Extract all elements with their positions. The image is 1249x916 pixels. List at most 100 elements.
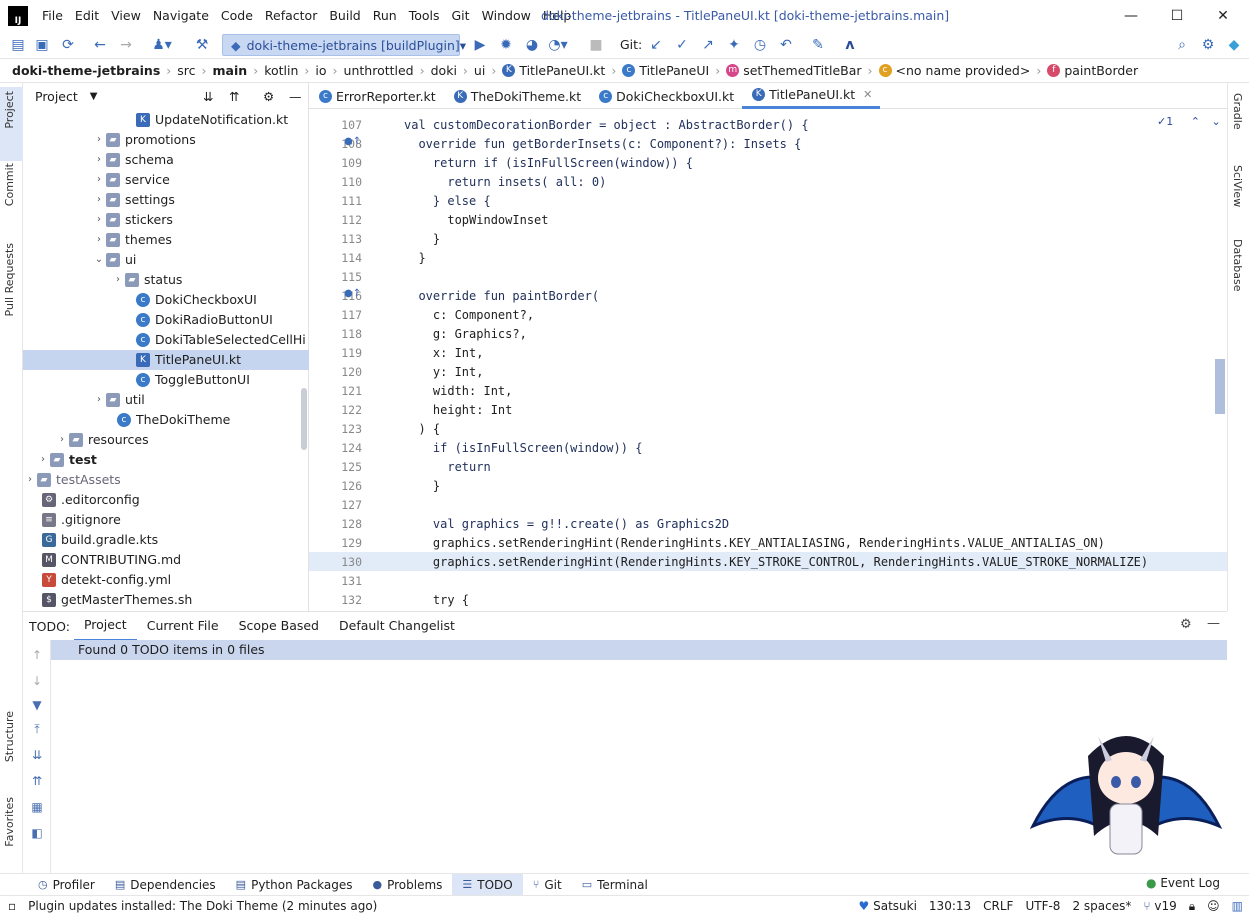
menu-item-view[interactable]: View bbox=[105, 0, 147, 31]
tree-item[interactable]: Gbuild.gradle.kts bbox=[23, 530, 309, 550]
tree-item[interactable]: › ▰ status bbox=[23, 270, 309, 290]
toolbox-icon[interactable]: ◆ bbox=[1224, 35, 1244, 55]
breadcrumb-item[interactable]: c <no name provided> bbox=[878, 63, 1030, 78]
project-panel-title[interactable]: Project bbox=[35, 89, 78, 104]
caret-position[interactable]: 130:13 bbox=[923, 899, 977, 913]
todo-tab[interactable]: Project bbox=[73, 611, 137, 642]
breadcrumb-item[interactable]: io bbox=[315, 63, 326, 78]
app-logo[interactable]: IJ bbox=[8, 5, 28, 26]
override-marker-icon[interactable]: ●↑ bbox=[344, 288, 361, 299]
menu-item-edit[interactable]: Edit bbox=[69, 0, 105, 31]
tree-expand-arrow-icon[interactable]: › bbox=[92, 130, 106, 150]
code-line[interactable]: graphics.setRenderingHint(RenderingHints… bbox=[404, 553, 1148, 572]
profile-dropdown-icon[interactable]: ◔▾ bbox=[548, 35, 568, 55]
tree-item[interactable]: c DokiCheckboxUI bbox=[23, 290, 309, 310]
tree-item[interactable]: c DokiTableSelectedCellHi bbox=[23, 330, 309, 350]
tree-expand-arrow-icon[interactable]: › bbox=[92, 210, 106, 230]
favorites-tool-tab[interactable]: Favorites bbox=[3, 797, 16, 847]
doki-logo-icon[interactable]: ʌ bbox=[840, 35, 860, 55]
code-line[interactable]: y: Int, bbox=[404, 363, 484, 382]
tool-window-python-packages[interactable]: ▤ Python Packages bbox=[226, 874, 363, 896]
tree-expand-arrow-icon[interactable]: › bbox=[36, 450, 50, 470]
editor-tab[interactable]: c ErrorReporter.kt bbox=[309, 83, 444, 109]
open-folder-icon[interactable]: ▤ bbox=[8, 35, 28, 55]
menu-item-tools[interactable]: Tools bbox=[403, 0, 446, 31]
tree-item[interactable]: c DokiRadioButtonUI bbox=[23, 310, 309, 330]
database-tool-tab[interactable]: Database bbox=[1231, 239, 1244, 292]
code-line[interactable]: return bbox=[404, 458, 490, 477]
collapse-all-icon[interactable]: ⇈ bbox=[229, 89, 239, 104]
indent-setting[interactable]: 2 spaces* bbox=[1066, 899, 1137, 913]
code-line[interactable]: val graphics = g!!.create() as Graphics2… bbox=[404, 515, 729, 534]
file-encoding[interactable]: UTF-8 bbox=[1019, 899, 1066, 913]
chevron-up-icon[interactable]: ⌃ bbox=[1191, 115, 1200, 128]
tree-item[interactable]: ⌄ ▰ ui bbox=[23, 250, 309, 270]
tree-expand-arrow-icon[interactable]: › bbox=[92, 390, 106, 410]
structure-tool-tab[interactable]: Structure bbox=[3, 711, 16, 762]
pull-requests-tool-tab[interactable]: Pull Requests bbox=[3, 243, 16, 316]
editor-tab[interactable]: K TitlePaneUI.kt ✕ bbox=[742, 83, 881, 109]
breadcrumb-item[interactable]: doki bbox=[431, 63, 457, 78]
tree-item[interactable]: ≡ .gitignore bbox=[23, 510, 309, 530]
chevron-down-icon[interactable]: ⌄ bbox=[1211, 115, 1220, 128]
tree-item[interactable]: › ▰ themes bbox=[23, 230, 309, 250]
up-arrow-icon[interactable]: ↑ bbox=[30, 648, 44, 662]
code-line[interactable]: topWindowInset bbox=[404, 211, 548, 230]
breadcrumb-item[interactable]: doki-theme-jetbrains bbox=[12, 63, 160, 78]
breadcrumb-item[interactable]: kotlin bbox=[264, 63, 298, 78]
git-push-icon[interactable]: ↗ bbox=[698, 35, 718, 55]
code-line[interactable]: return if (isInFullScreen(window)) { bbox=[404, 154, 693, 173]
git-merge-icon[interactable]: ✦ bbox=[724, 35, 744, 55]
tree-item[interactable]: › ▰ util bbox=[23, 390, 309, 410]
tool-window-profiler[interactable]: ◷ Profiler bbox=[28, 874, 105, 896]
user-dropdown-icon[interactable]: ♟▾ bbox=[152, 35, 172, 55]
tree-item[interactable]: › ▰ schema bbox=[23, 150, 309, 170]
gear-icon[interactable]: ⚙ bbox=[1198, 35, 1218, 55]
gear-icon[interactable]: ⚙ bbox=[263, 89, 274, 104]
expand-all-icon[interactable]: ⇊ bbox=[30, 748, 44, 762]
menu-item-refactor[interactable]: Refactor bbox=[259, 0, 323, 31]
todo-tab[interactable]: Current File bbox=[137, 612, 229, 640]
editor-scrollbar[interactable] bbox=[1215, 359, 1225, 414]
code-line[interactable]: override fun getBorderInsets(c: Componen… bbox=[404, 135, 801, 154]
editor-tab[interactable]: c DokiCheckboxUI.kt bbox=[589, 83, 742, 109]
breadcrumb-item[interactable]: K TitlePaneUI.kt bbox=[502, 63, 605, 78]
code-line[interactable]: try { bbox=[404, 591, 469, 610]
tree-item[interactable]: Ydetekt-config.yml bbox=[23, 570, 309, 590]
close-tab-icon[interactable]: ✕ bbox=[863, 88, 872, 101]
tree-item[interactable]: › ▰ test bbox=[23, 450, 309, 470]
maximize-button[interactable]: ☐ bbox=[1154, 0, 1200, 31]
gear-icon[interactable]: ⚙ bbox=[1180, 617, 1192, 632]
code-line[interactable]: } else { bbox=[404, 192, 491, 211]
tree-item[interactable]: › ▰ settings bbox=[23, 190, 309, 210]
todo-result-message[interactable]: Found 0 TODO items in 0 files bbox=[51, 640, 1227, 660]
lock-icon[interactable]: 🔒︎ bbox=[1183, 899, 1201, 914]
breadcrumb-item[interactable]: c TitlePaneUI bbox=[622, 63, 709, 78]
tree-item[interactable]: › ▰ testAssets bbox=[23, 470, 309, 490]
rollback-icon[interactable]: ↶ bbox=[776, 35, 796, 55]
debug-icon[interactable]: ✹ bbox=[496, 35, 516, 55]
menu-item-build[interactable]: Build bbox=[323, 0, 366, 31]
inspection-widget[interactable]: ✓1 ⌃ ⌄ bbox=[1157, 115, 1221, 128]
code-line[interactable]: ) { bbox=[404, 420, 440, 439]
code-line[interactable]: height: Int bbox=[404, 401, 512, 420]
tree-expand-arrow-icon[interactable]: › bbox=[92, 230, 106, 250]
code-line[interactable]: graphics.setRenderingHint(RenderingHints… bbox=[404, 534, 1105, 553]
close-button[interactable]: ✕ bbox=[1200, 0, 1246, 31]
pen-icon[interactable]: ✎ bbox=[808, 35, 828, 55]
tree-item[interactable]: › ▰ resources bbox=[23, 430, 309, 450]
code-line[interactable]: if (isInFullScreen(window)) { bbox=[404, 439, 643, 458]
todo-tab[interactable]: Default Changelist bbox=[329, 612, 465, 640]
run-icon[interactable]: ▶ bbox=[470, 35, 490, 55]
project-tool-tab[interactable]: Project bbox=[3, 91, 16, 129]
menu-item-git[interactable]: Git bbox=[446, 0, 476, 31]
tree-item[interactable]: K TitlePaneUI.kt bbox=[23, 350, 309, 370]
minimize-button[interactable]: — bbox=[1108, 0, 1154, 31]
save-icon[interactable]: ▣ bbox=[32, 35, 52, 55]
theme-switcher[interactable]: ♥ Satsuki bbox=[853, 899, 923, 913]
menu-item-window[interactable]: Window bbox=[476, 0, 537, 31]
tree-scrollbar[interactable] bbox=[301, 388, 307, 450]
code-line[interactable]: val customDecorationBorder = object : Ab… bbox=[404, 116, 809, 135]
preview-icon[interactable]: ◧ bbox=[30, 826, 44, 840]
tree-expand-arrow-icon[interactable]: › bbox=[92, 190, 106, 210]
